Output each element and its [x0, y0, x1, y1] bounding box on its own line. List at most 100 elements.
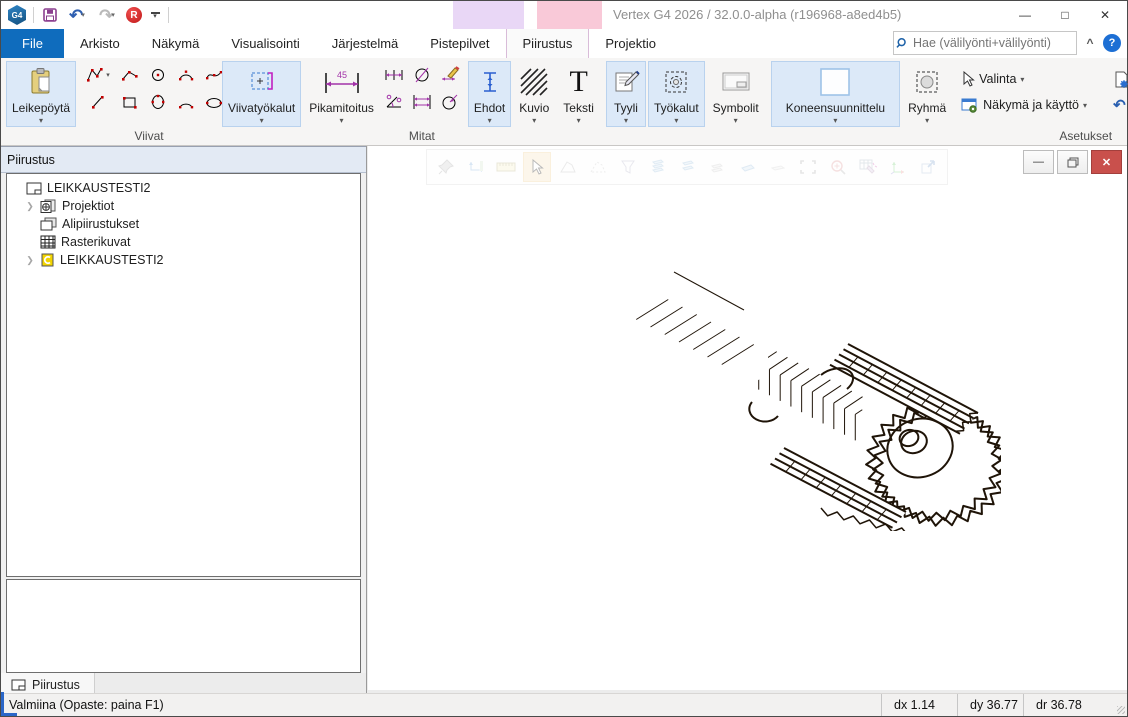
- document-restore-button[interactable]: [1057, 150, 1088, 174]
- arc-3point-tool-button[interactable]: [173, 90, 199, 114]
- axes-icon[interactable]: [885, 153, 911, 181]
- window-title: Vertex G4 2026 / 32.0.0-alpha (r196968-a…: [613, 7, 901, 22]
- layers-visible-icon[interactable]: [675, 153, 701, 181]
- zoom-extents-icon[interactable]: [795, 153, 821, 181]
- line-tools-button[interactable]: Viivatyökalut ▾: [222, 61, 301, 127]
- rectangle-tool-button[interactable]: [117, 90, 143, 114]
- tab-file[interactable]: File: [1, 29, 64, 58]
- document-close-button[interactable]: ✕: [1091, 150, 1122, 174]
- tab-pistepilvet[interactable]: Pistepilvet: [414, 29, 505, 58]
- tree-item-root[interactable]: LEIKKAUSTESTI2: [11, 179, 360, 197]
- ruler-icon[interactable]: [493, 153, 519, 181]
- layer-flat-icon[interactable]: [765, 153, 791, 181]
- resize-grip[interactable]: [1117, 706, 1125, 714]
- tools-label: Työkalut: [654, 101, 699, 115]
- group-tyyli: Tyyli ▾: [605, 60, 647, 145]
- drawing-canvas[interactable]: — ✕: [368, 146, 1127, 690]
- angle-line-tool-button[interactable]: [117, 63, 143, 87]
- close-button[interactable]: ✕: [1085, 1, 1125, 28]
- group-koneensuunnittelu: Koneensuunnittelu ▾: [770, 60, 901, 145]
- tree-item-leikkaustesti2[interactable]: ❯ LEIKKAUSTESTI2: [11, 251, 360, 269]
- vertex-r-button[interactable]: R: [124, 5, 144, 25]
- maximize-button[interactable]: □: [1045, 1, 1085, 28]
- circle-tool-button[interactable]: [145, 63, 171, 87]
- mechanical-design-button[interactable]: Koneensuunnittelu ▾: [771, 61, 900, 127]
- arc-tool-button[interactable]: [173, 63, 199, 87]
- group-button[interactable]: Ryhmä ▾: [902, 61, 952, 127]
- tree-item-rasterikuvat[interactable]: Rasterikuvat: [11, 233, 360, 251]
- polygon-dashed-icon[interactable]: [585, 153, 611, 181]
- expand-chevron-icon[interactable]: ❯: [25, 255, 35, 266]
- tab-visualisointi[interactable]: Visualisointi: [215, 29, 315, 58]
- symbols-button[interactable]: Symbolit ▾: [707, 61, 765, 127]
- group-symbolit: Symbolit ▾: [706, 60, 766, 145]
- selection-button[interactable]: Valinta ▾: [957, 66, 1105, 92]
- chain-dimension-button[interactable]: [381, 63, 407, 87]
- search-zone: ^ ?: [893, 31, 1121, 55]
- redo-button[interactable]: ↷ ▾: [94, 5, 120, 25]
- expand-chevron-icon[interactable]: ❯: [25, 201, 35, 212]
- export-view-icon[interactable]: [915, 153, 941, 181]
- polygon-select-icon[interactable]: [555, 153, 581, 181]
- clipboard-button[interactable]: Leikepöytä ▾: [6, 61, 76, 127]
- filter-icon[interactable]: [615, 153, 641, 181]
- angle-dimension-button[interactable]: [381, 90, 407, 114]
- tab-arkisto[interactable]: Arkisto: [64, 29, 136, 58]
- view-and-usage-button[interactable]: Näkymä ja käyttö ▾: [957, 92, 1105, 118]
- properties-button[interactable]: Ominaisuudet: [1109, 66, 1128, 92]
- app-logo-icon[interactable]: G4: [7, 5, 27, 25]
- zoom-in-icon[interactable]: [825, 153, 851, 181]
- ellipse-points-icon: [149, 93, 167, 111]
- chevron-down-icon: ▾: [674, 116, 678, 125]
- save-button[interactable]: [40, 5, 60, 25]
- pin-icon[interactable]: [433, 153, 459, 181]
- tab-projektio[interactable]: Projektio: [589, 29, 672, 58]
- baseline-dimension-button[interactable]: [409, 90, 435, 114]
- edit-dimension-button[interactable]: [437, 63, 463, 87]
- help-button[interactable]: ?: [1103, 34, 1121, 52]
- layer-current-icon[interactable]: [735, 153, 761, 181]
- radius-dimension-button[interactable]: [437, 90, 463, 114]
- r-badge-icon: R: [126, 7, 142, 23]
- diameter-dimension-button[interactable]: [409, 63, 435, 87]
- undo-dropdown-icon[interactable]: ▾: [81, 11, 85, 19]
- search-box[interactable]: [893, 31, 1077, 55]
- group-viivat: ▾: [81, 60, 217, 145]
- rectangle-icon: [121, 94, 139, 110]
- quick-dimension-button[interactable]: 45 Pikamitoitus ▾: [303, 61, 380, 127]
- svg-text:45: 45: [337, 70, 347, 80]
- defaults-button[interactable]: ↶ Oletukset: [1109, 92, 1128, 118]
- tab-jarjestelma[interactable]: Järjestelmä: [316, 29, 414, 58]
- style-icon: [612, 66, 640, 98]
- hatch-button[interactable]: Kuvio ▾: [513, 61, 555, 127]
- view-and-usage-label: Näkymä ja käyttö: [983, 98, 1079, 112]
- pan-orbit-icon[interactable]: [463, 153, 489, 181]
- collapse-ribbon-button[interactable]: ^: [1083, 36, 1097, 50]
- customize-qat-button[interactable]: ▾: [148, 12, 162, 19]
- tab-nakyma[interactable]: Näkymä: [136, 29, 216, 58]
- edit-dimension-icon: [440, 66, 460, 84]
- text-button[interactable]: T Teksti ▾: [557, 61, 600, 127]
- polyline-tool-button[interactable]: ▾: [81, 63, 115, 87]
- tools-button[interactable]: Työkalut ▾: [648, 61, 705, 127]
- minimize-button[interactable]: —: [1005, 1, 1045, 28]
- style-button[interactable]: Tyyli ▾: [606, 61, 646, 127]
- redo-dropdown-icon[interactable]: ▾: [111, 11, 115, 19]
- ellipse-points-tool-button[interactable]: [145, 90, 171, 114]
- tab-piirustus[interactable]: Piirustus: [506, 29, 590, 59]
- layers-off-icon[interactable]: [705, 153, 731, 181]
- tree-item-alipiirustukset[interactable]: Alipiirustukset: [11, 215, 360, 233]
- layers-all-icon[interactable]: [645, 153, 671, 181]
- undo-button[interactable]: ↶ ▾: [64, 5, 90, 25]
- layer-table-icon[interactable]: [855, 153, 881, 181]
- line-tool-button[interactable]: [81, 90, 115, 114]
- select-cursor-icon[interactable]: [523, 152, 551, 182]
- document-minimize-button[interactable]: —: [1023, 150, 1054, 174]
- chevron-down-icon: ▾: [1020, 75, 1024, 84]
- group-ehdot: Ehdot ▾: [467, 60, 512, 145]
- symbols-icon: [720, 66, 752, 98]
- group-asetukset: Valinta ▾ Näkymä ja käyttö ▾: [957, 60, 1128, 145]
- constraints-button[interactable]: Ehdot ▾: [468, 61, 511, 127]
- search-input[interactable]: [911, 35, 1076, 51]
- tree-item-projektiot[interactable]: ❯ Projektiot: [11, 197, 360, 215]
